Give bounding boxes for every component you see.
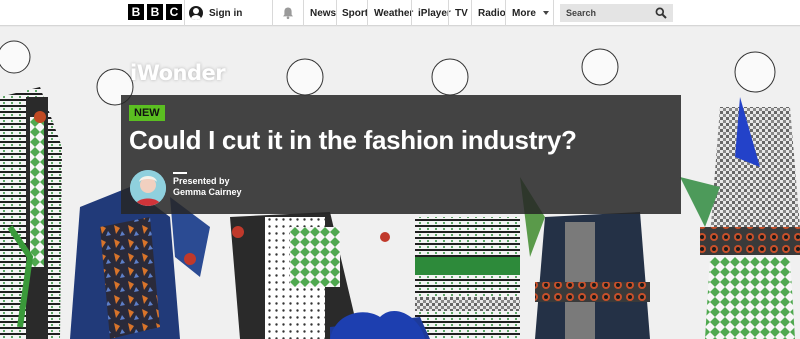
divider [505,0,506,26]
hero-banner[interactable]: iWonder NEW Could I cut it in the fashio… [0,27,800,339]
title-panel[interactable]: NEW Could I cut it in the fashion indust… [121,95,681,214]
global-navigation-bar: B B C Sign in News Sport Weather iPlayer… [0,0,800,26]
divider [471,0,472,26]
caret-down-icon[interactable] [543,11,549,15]
presenter-name: Gemma Cairney [173,187,242,197]
presenter-credit: Presented by Gemma Cairney [173,176,242,198]
nav-weather[interactable]: Weather [374,0,413,26]
sign-in-label: Sign in [209,7,243,19]
search-input[interactable]: Search [566,8,655,18]
divider [367,0,368,26]
iwonder-brand-logo[interactable]: iWonder [130,61,226,85]
bbc-logo-letter: B [128,4,144,20]
presenter-photo-icon [130,170,166,206]
presented-by-label: Presented by [173,176,230,186]
nav-radio[interactable]: Radio [478,0,506,26]
divider [303,0,304,26]
new-badge: NEW [129,105,165,121]
page-title[interactable]: Could I cut it in the fashion industry? [129,125,677,156]
search-box[interactable]: Search [560,4,673,22]
presenter-avatar [130,170,166,206]
divider [336,0,337,26]
nav-more[interactable]: More [512,0,536,26]
bbc-logo-letter: B [147,4,163,20]
magnifier-icon[interactable] [655,7,667,19]
presenter-divider [173,172,187,174]
divider [184,0,185,26]
nav-tv[interactable]: TV [455,0,468,26]
divider [272,0,273,26]
divider [411,0,412,26]
sign-in-link[interactable]: Sign in [189,4,242,22]
divider [553,0,554,26]
nav-iplayer[interactable]: iPlayer [418,0,451,26]
divider [448,0,449,26]
user-icon [189,6,203,20]
nav-sport[interactable]: Sport [342,0,368,26]
bbc-logo[interactable]: B B C [128,4,182,20]
nav-news[interactable]: News [310,0,336,26]
bbc-logo-letter: C [166,4,182,20]
bell-icon[interactable] [281,6,295,20]
